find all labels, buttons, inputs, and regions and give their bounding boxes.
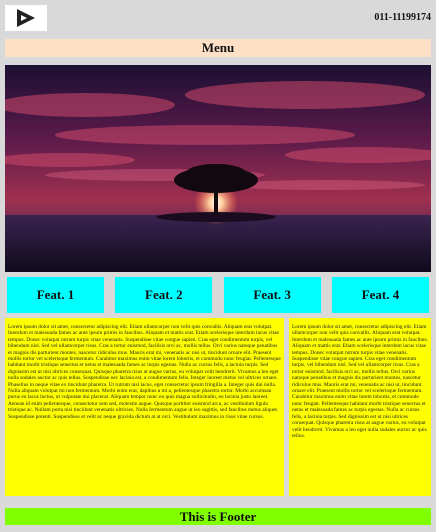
content-area: Lorem ipsum dolor sit amet, consectetur … <box>5 318 431 500</box>
side-text-box: Lorem ipsum dolor sit amet, consectetur … <box>289 318 431 496</box>
feature-4-button[interactable]: Feat. 4 <box>331 277 429 313</box>
menu-bar[interactable]: Menu <box>5 39 431 57</box>
feature-1-button[interactable]: Feat. 1 <box>7 277 104 313</box>
footer: This is Footer <box>5 508 431 525</box>
hero-image <box>5 65 431 272</box>
main-text-box: Lorem ipsum dolor sit amet, consectetur … <box>5 318 284 496</box>
footer-label: This is Footer <box>179 508 257 524</box>
phone-number: 011-11199174 <box>374 12 431 23</box>
feature-3-button[interactable]: Feat. 3 <box>223 277 321 313</box>
play-triangle-logo-icon <box>17 9 35 27</box>
menu-label: Menu <box>201 40 235 55</box>
header: 011-11199174 <box>5 5 431 31</box>
feature-2-button[interactable]: Feat. 2 <box>115 277 213 313</box>
logo[interactable] <box>5 5 47 31</box>
features-row: Feat. 1 Feat. 2 Feat. 3 Feat. 4 <box>5 277 431 313</box>
